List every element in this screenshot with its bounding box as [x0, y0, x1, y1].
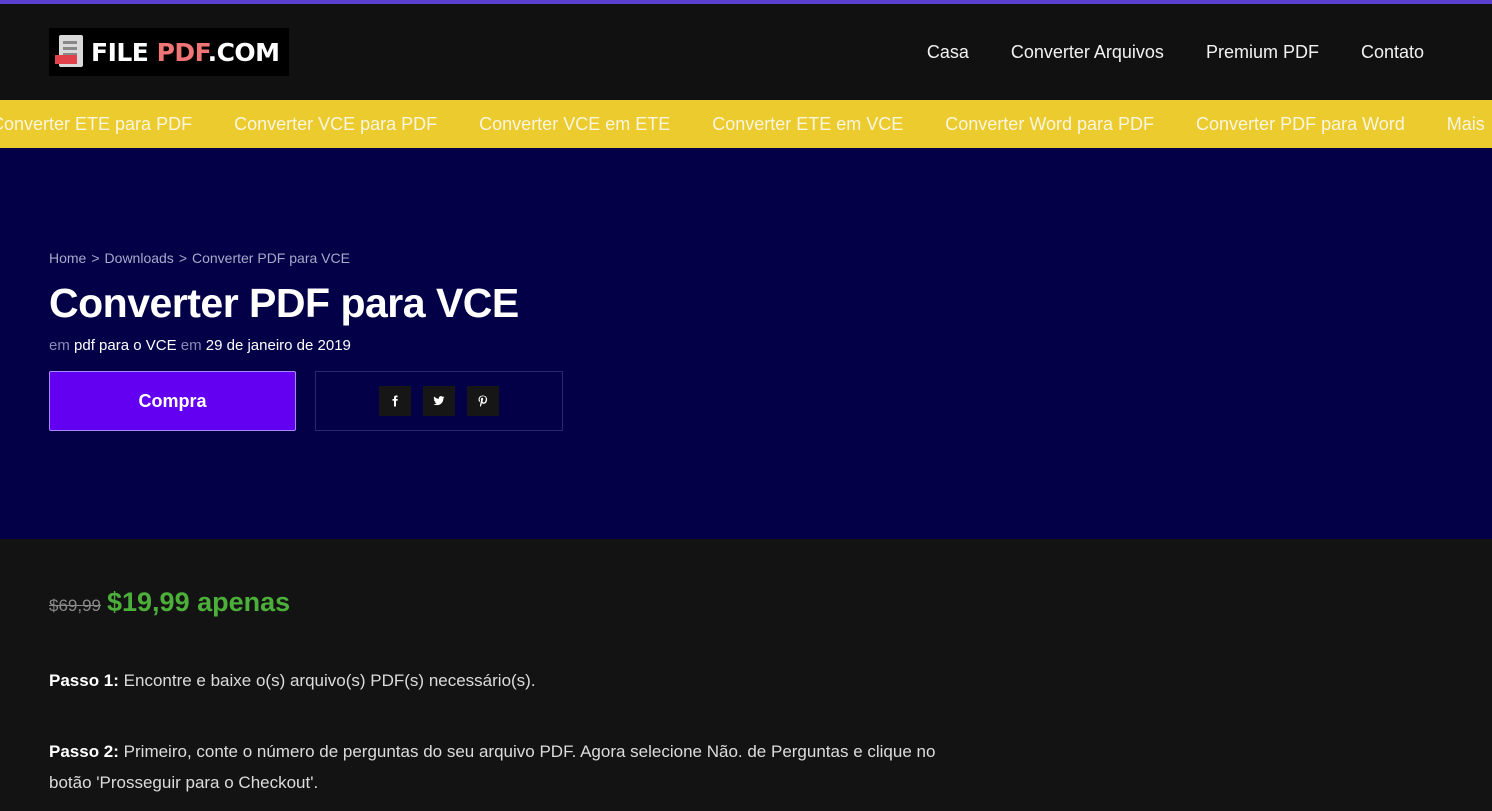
site-logo[interactable]: FILE PDF.COM — [49, 28, 289, 76]
post-date: 29 de janeiro de 2019 — [205, 337, 351, 354]
nav-premium-pdf[interactable]: Premium PDF — [1206, 42, 1319, 63]
old-price: $69,99 — [49, 596, 101, 615]
price-block: $69,99 $19,99 apenas — [49, 587, 969, 618]
step-text: Primeiro, conte o número de perguntas do… — [49, 742, 936, 792]
category-link[interactable]: pdf para o VCE — [74, 337, 177, 354]
site-header: FILE PDF.COM Casa Converter Arquivos Pre… — [0, 4, 1492, 100]
ticker-link[interactable]: Converter VCE para PDF — [234, 114, 437, 135]
nav-contato[interactable]: Contato — [1361, 42, 1424, 63]
share-pinterest-button[interactable] — [467, 386, 499, 416]
meta-mid: em — [180, 337, 202, 354]
hero-section: Home > Downloads > Converter PDF para VC… — [0, 148, 1492, 539]
share-twitter-button[interactable] — [423, 386, 455, 416]
sale-price: $19,99 apenas — [107, 587, 291, 617]
breadcrumb: Home > Downloads > Converter PDF para VC… — [49, 250, 350, 266]
breadcrumb-downloads[interactable]: Downloads — [105, 250, 174, 266]
main-nav: Casa Converter Arquivos Premium PDF Cont… — [927, 42, 1424, 63]
step-label: Passo 1: — [49, 671, 119, 690]
post-meta: em pdf para o VCE em 29 de janeiro de 20… — [49, 337, 351, 354]
converter-links-ticker: Converter ETE para PDF Converter VCE par… — [0, 100, 1492, 148]
ticker-link[interactable]: Converter ETE para PDF — [0, 114, 192, 135]
step-text: Encontre e baixe o(s) arquivo(s) PDF(s) … — [118, 671, 536, 690]
logo-text: FILE PDF.COM — [91, 37, 280, 67]
ticker-link[interactable]: Converter PDF para Word — [1196, 114, 1405, 135]
step-label: Passo 2: — [49, 742, 119, 761]
page-title: Converter PDF para VCE — [49, 280, 519, 326]
breadcrumb-home[interactable]: Home — [49, 250, 86, 266]
step-2: Passo 2: Primeiro, conte o número de per… — [49, 736, 969, 798]
ticker-link[interactable]: Converter VCE em ETE — [479, 114, 670, 135]
share-facebook-button[interactable] — [379, 386, 411, 416]
breadcrumb-separator: > — [91, 250, 100, 266]
breadcrumb-separator: > — [178, 250, 187, 266]
facebook-icon — [392, 395, 398, 407]
ticker-link[interactable]: Converter ETE em VCE — [712, 114, 903, 135]
buy-button[interactable]: Compra — [49, 371, 296, 431]
ticker-link[interactable]: Mais — [1447, 114, 1485, 135]
nav-converter-arquivos[interactable]: Converter Arquivos — [1011, 42, 1164, 63]
pdf-file-icon — [55, 33, 89, 71]
step-1: Passo 1: Encontre e baixe o(s) arquivo(s… — [49, 665, 969, 696]
twitter-icon — [433, 396, 445, 406]
main-content: $69,99 $19,99 apenas Passo 1: Encontre e… — [49, 539, 969, 798]
ticker-link[interactable]: Converter Word para PDF — [945, 114, 1154, 135]
breadcrumb-current: Converter PDF para VCE — [192, 250, 350, 266]
meta-prefix: em — [49, 337, 70, 354]
pinterest-icon — [478, 395, 488, 407]
nav-casa[interactable]: Casa — [927, 42, 969, 63]
share-buttons — [315, 371, 563, 431]
